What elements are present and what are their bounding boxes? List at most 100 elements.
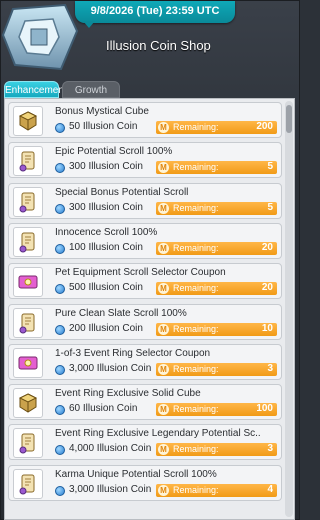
price-row: 50 Illusion Coin M Remaining: 200: [53, 121, 277, 135]
remaining-label: Remaining:: [173, 242, 219, 253]
price-row: 3,000 Illusion Coin M Remaining: 3: [53, 362, 277, 377]
item-scroll-icon: [13, 226, 43, 257]
item-scroll-icon: [13, 307, 43, 338]
remaining-badge: M Remaining: 20: [156, 282, 277, 296]
illusion-coin-icon: [55, 405, 65, 416]
remaining-count: 5: [267, 161, 273, 173]
illusion-coin-icon: [55, 203, 65, 214]
meso-m-icon: M: [158, 242, 169, 254]
remaining-badge: M Remaining: 20: [156, 241, 277, 255]
remaining-label: Remaining:: [173, 444, 219, 455]
price-row: 100 Illusion Coin M Remaining: 20: [53, 241, 277, 256]
price-row: 60 Illusion Coin M Remaining: 100: [53, 403, 277, 417]
tab-growth[interactable]: Growth: [62, 81, 120, 98]
remaining-badge: M Remaining: 3: [156, 362, 277, 376]
remaining-label: Remaining:: [173, 484, 219, 495]
remaining-label: Remaining:: [173, 202, 219, 213]
remaining-count: 4: [267, 483, 273, 495]
event-end-date: 9/8/2026 (Tue) 23:59 UTC: [75, 1, 235, 23]
remaining-label: Remaining:: [173, 363, 219, 374]
remaining-badge: M Remaining: 4: [156, 483, 277, 497]
item-name: Pet Equipment Scroll Selector Coupon: [55, 267, 226, 279]
item-price: 3,000 Illusion Coin: [69, 483, 152, 495]
remaining-count: 200: [256, 121, 273, 132]
scrollbar[interactable]: [285, 101, 293, 517]
remaining-count: 100: [256, 403, 273, 415]
item-name: Bonus Mystical Cube: [55, 106, 149, 117]
shop-item[interactable]: Event Ring Exclusive Legendary Potential…: [8, 424, 282, 461]
shop-window: 9/8/2026 (Tue) 23:59 UTC Illusion Coin S…: [0, 0, 300, 520]
price-row: 300 Illusion Coin M Remaining: 5: [53, 161, 277, 175]
meso-m-icon: M: [158, 122, 169, 133]
item-price: 300 Illusion Coin: [69, 201, 143, 213]
remaining-label: Remaining:: [173, 283, 219, 294]
item-price: 3,000 Illusion Coin: [69, 362, 152, 374]
shop-item[interactable]: Pet Equipment Scroll Selector Coupon 500…: [8, 263, 282, 300]
meso-m-icon: M: [158, 283, 169, 295]
remaining-count: 20: [261, 241, 273, 253]
price-row: 3,000 Illusion Coin M Remaining: 4: [53, 483, 277, 498]
meso-m-icon: M: [158, 363, 169, 375]
remaining-badge: M Remaining: 5: [156, 161, 277, 175]
item-price: 200 Illusion Coin: [69, 322, 143, 334]
shop-emblem-icon: [1, 3, 79, 71]
shop-item[interactable]: Event Ring Exclusive Solid Cube 60 Illus…: [8, 384, 282, 421]
item-price: 60 Illusion Coin: [69, 403, 138, 415]
item-price: 4,000 Illusion Coin: [69, 443, 152, 455]
item-cube-icon: [13, 388, 43, 419]
item-name: 1-of-3 Event Ring Selector Coupon: [55, 347, 211, 359]
tab-enhancement[interactable]: Enhancement: [4, 81, 67, 98]
remaining-badge: M Remaining: 5: [156, 201, 277, 215]
shop-item[interactable]: 1-of-3 Event Ring Selector Coupon 3,000 …: [8, 343, 282, 380]
item-scroll-icon: [13, 468, 43, 499]
remaining-label: Remaining:: [173, 323, 219, 334]
illusion-coin-icon: [55, 243, 65, 254]
remaining-badge: M Remaining: 100: [156, 403, 277, 417]
shop-item[interactable]: Special Bonus Potential Scroll 300 Illus…: [8, 182, 282, 219]
item-name: Event Ring Exclusive Solid Cube: [55, 388, 201, 400]
remaining-count: 3: [267, 362, 273, 374]
item-list: Bonus Mystical Cube 50 Illusion Coin M R…: [4, 98, 295, 520]
illusion-coin-icon: [55, 445, 65, 456]
meso-m-icon: M: [158, 323, 169, 335]
item-price: 300 Illusion Coin: [69, 161, 143, 173]
item-scroll-icon: [13, 146, 43, 177]
shop-item[interactable]: Bonus Mystical Cube 50 Illusion Coin M R…: [8, 102, 282, 138]
meso-m-icon: M: [158, 444, 169, 456]
shop-item[interactable]: Epic Potential Scroll 100% 300 Illusion …: [8, 142, 282, 179]
illusion-coin-icon: [55, 485, 65, 496]
item-name: Epic Potential Scroll 100%: [55, 146, 173, 158]
item-name: Innocence Scroll 100%: [55, 226, 158, 238]
item-cube-icon: [13, 106, 43, 136]
scroll-thumb[interactable]: [286, 105, 292, 133]
shop-item[interactable]: Pure Clean Slate Scroll 100% 200 Illusio…: [8, 303, 282, 340]
meso-m-icon: M: [158, 404, 169, 416]
item-price: 50 Illusion Coin: [69, 121, 138, 132]
item-price: 100 Illusion Coin: [69, 241, 143, 253]
item-name: Special Bonus Potential Scroll: [55, 186, 189, 198]
illusion-coin-icon: [55, 324, 65, 335]
price-row: 200 Illusion Coin M Remaining: 10: [53, 322, 277, 337]
item-name: Pure Clean Slate Scroll 100%: [55, 307, 187, 319]
item-name: Event Ring Exclusive Legendary Potential…: [55, 428, 261, 440]
item-scroll-icon: [13, 186, 43, 217]
meso-m-icon: M: [158, 162, 169, 174]
meso-m-icon: M: [158, 484, 169, 496]
meso-m-icon: M: [158, 202, 169, 214]
item-name: Karma Unique Potential Scroll 100%: [55, 468, 217, 480]
price-row: 4,000 Illusion Coin M Remaining: 3: [53, 443, 277, 457]
remaining-label: Remaining:: [173, 162, 219, 173]
illusion-coin-icon: [55, 284, 65, 295]
remaining-badge: M Remaining: 3: [156, 443, 277, 457]
illusion-coin-icon: [55, 163, 65, 174]
shop-item[interactable]: Karma Unique Potential Scroll 100% 3,000…: [8, 464, 282, 501]
item-price: 500 Illusion Coin: [69, 282, 143, 294]
remaining-count: 10: [261, 322, 273, 334]
illusion-coin-icon: [55, 364, 65, 375]
remaining-count: 20: [261, 282, 273, 294]
remaining-label: Remaining:: [173, 122, 219, 132]
shop-item[interactable]: Innocence Scroll 100% 100 Illusion Coin …: [8, 222, 282, 259]
remaining-badge: M Remaining: 10: [156, 322, 277, 336]
remaining-count: 5: [267, 201, 273, 213]
illusion-coin-icon: [55, 123, 65, 133]
